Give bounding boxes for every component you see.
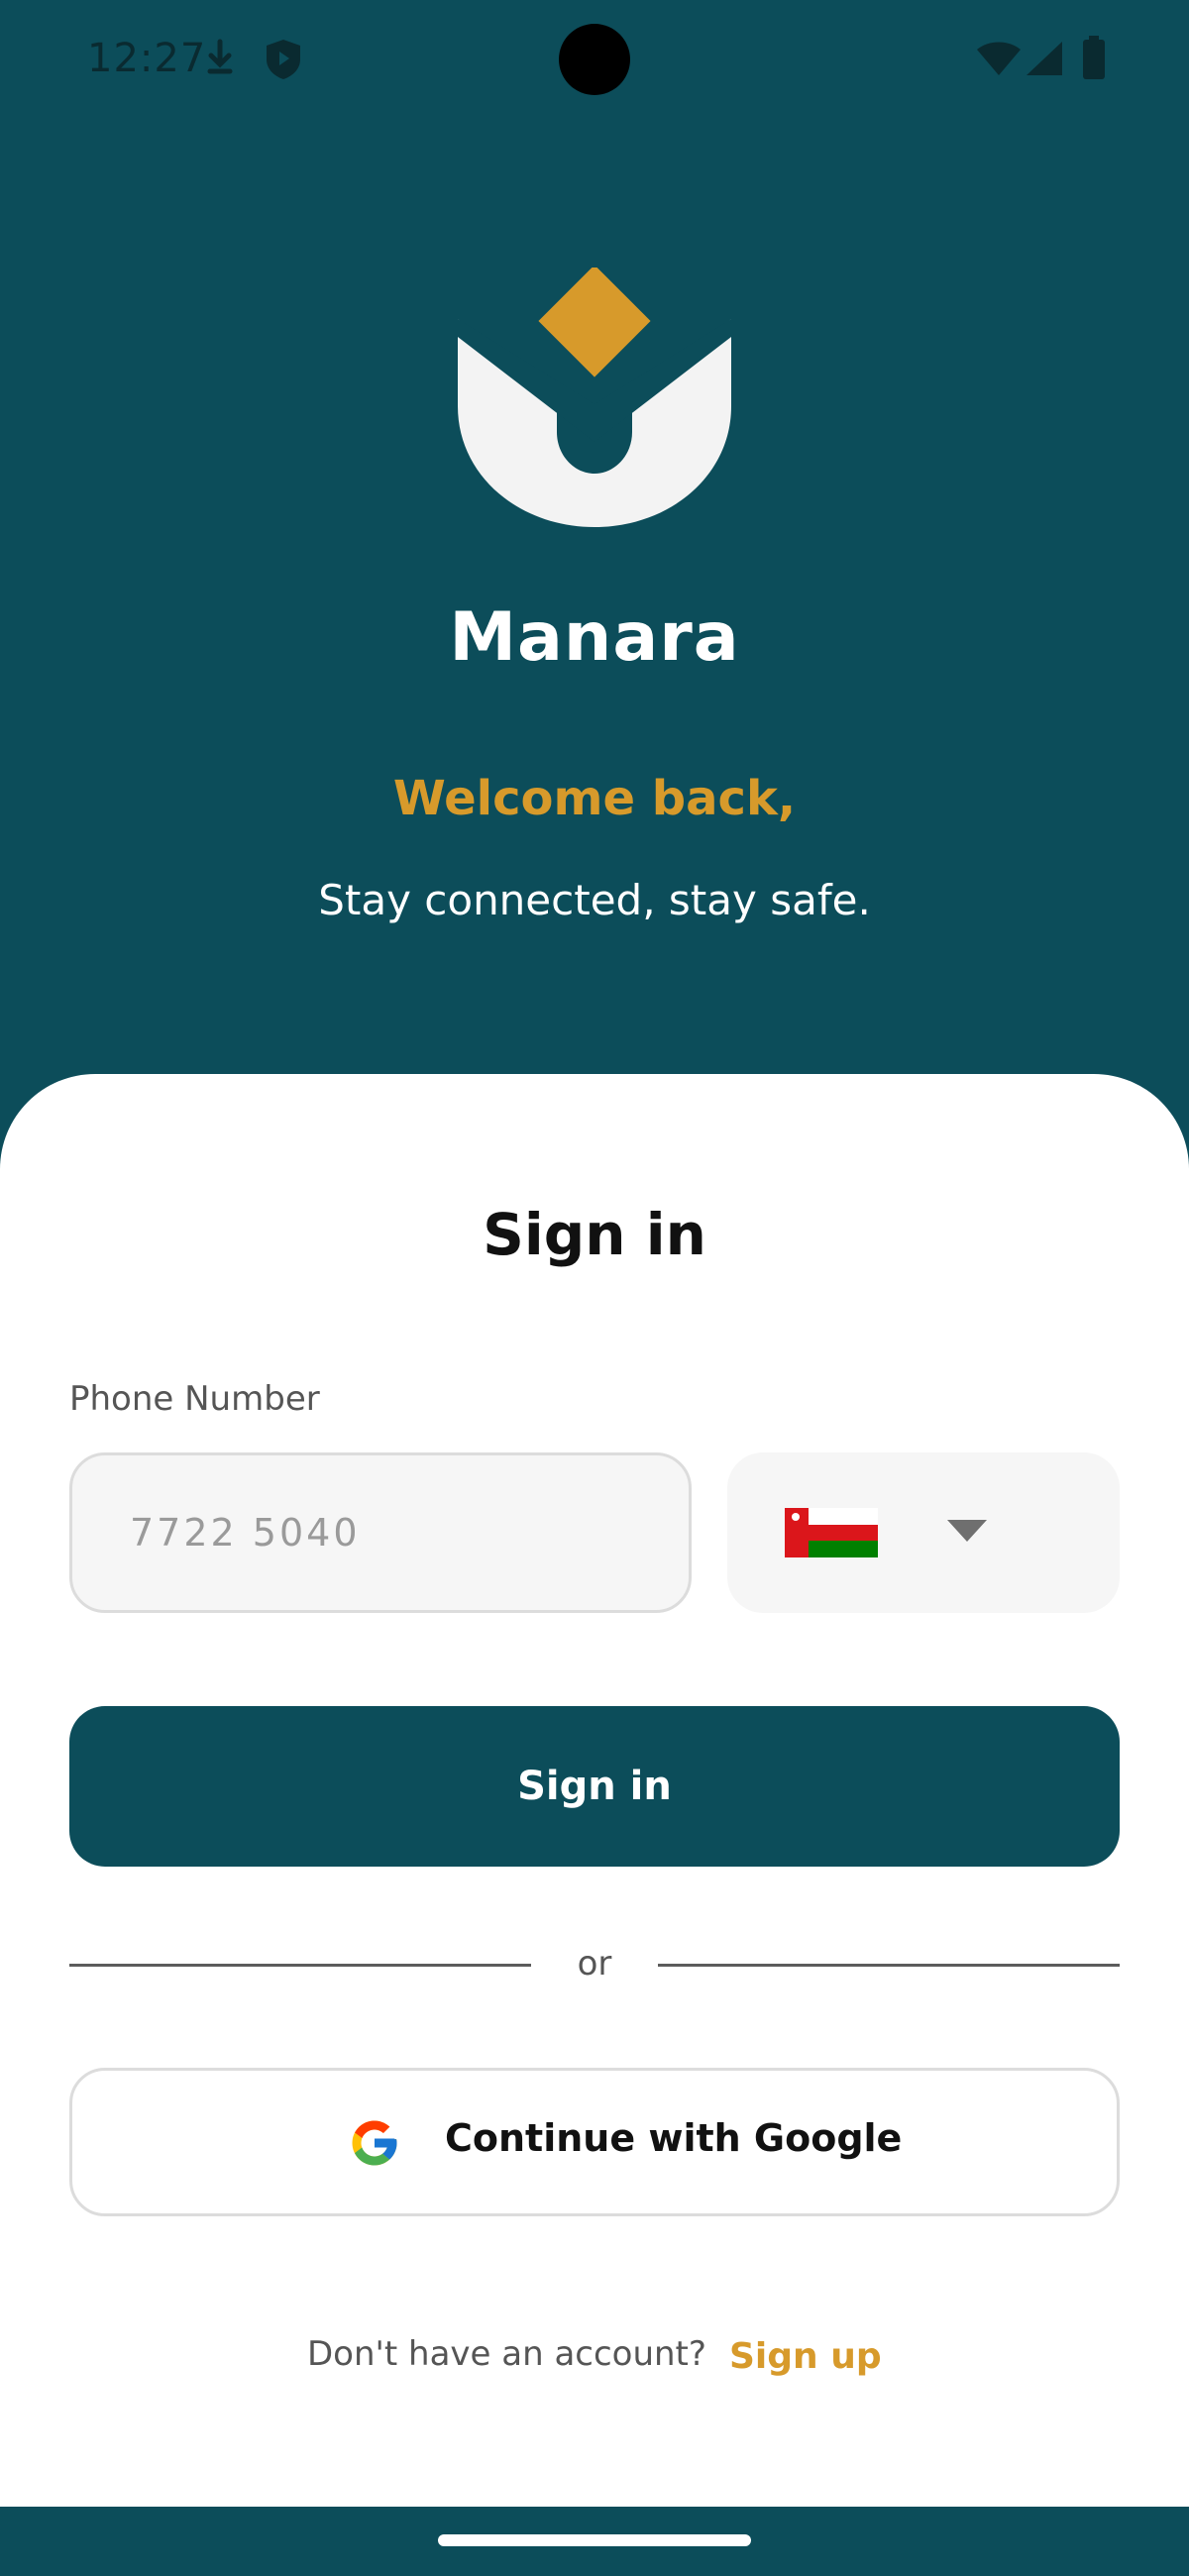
wifi-icon bbox=[975, 40, 1023, 81]
download-icon bbox=[202, 38, 238, 81]
divider-text: or bbox=[577, 1944, 612, 1984]
signup-prompt: Don't have an account? bbox=[307, 2334, 706, 2374]
shield-icon bbox=[264, 38, 303, 85]
oman-flag-icon bbox=[785, 1508, 878, 1557]
phone-label: Phone Number bbox=[69, 1379, 320, 1419]
brand-name: Manara bbox=[449, 598, 740, 677]
status-bar: 12:27 bbox=[0, 0, 1189, 119]
google-button-label: Continue with Google bbox=[445, 2116, 903, 2160]
divider-left bbox=[69, 1964, 531, 1967]
signin-sheet: Sign in Phone Number Sign in or Continue… bbox=[0, 1074, 1189, 2507]
signal-icon bbox=[1025, 40, 1064, 81]
welcome-heading: Welcome back, bbox=[392, 771, 797, 826]
status-time: 12:27 bbox=[87, 36, 207, 81]
signin-button[interactable]: Sign in bbox=[69, 1706, 1120, 1867]
google-signin-button[interactable]: Continue with Google bbox=[69, 2068, 1120, 2216]
home-indicator[interactable] bbox=[438, 2534, 751, 2546]
chevron-down-icon bbox=[947, 1520, 987, 1542]
signup-link[interactable]: Sign up bbox=[729, 2336, 882, 2377]
battery-icon bbox=[1082, 36, 1106, 83]
front-camera bbox=[559, 24, 630, 95]
phone-input[interactable] bbox=[69, 1452, 692, 1613]
signin-title: Sign in bbox=[483, 1201, 706, 1268]
tagline: Stay connected, stay safe. bbox=[318, 876, 871, 924]
country-code-select[interactable] bbox=[727, 1452, 1120, 1613]
divider-right bbox=[658, 1964, 1120, 1967]
google-icon bbox=[352, 2120, 397, 2166]
manara-logo bbox=[458, 268, 731, 527]
